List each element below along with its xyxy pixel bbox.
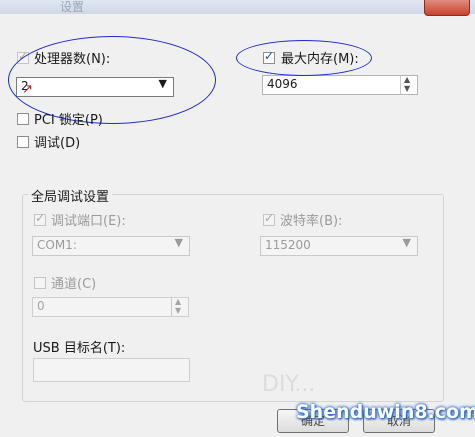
global-debug-title: 全局调试设置: [28, 186, 113, 205]
spin-down-icon[interactable]: ▼: [404, 84, 410, 93]
max-memory-spinner[interactable]: 4096 ▲ ▼: [262, 75, 418, 95]
debug-port-value: COM1:: [37, 238, 77, 252]
annotation-ellipse-memory: [236, 40, 372, 76]
faint-watermark: DIY...: [262, 372, 316, 397]
chevron-down-icon[interactable]: ▼: [403, 236, 411, 249]
baud-rate-combo[interactable]: 115200 ▼: [260, 236, 418, 256]
usb-target-label: USB 目标名(T):: [33, 341, 126, 356]
max-memory-value: 4096: [267, 77, 298, 91]
debug-checkbox[interactable]: [17, 136, 29, 148]
debug-port-combo[interactable]: COM1: ▼: [32, 236, 190, 256]
close-button[interactable]: [424, 0, 470, 16]
channel-value: 0: [37, 299, 45, 313]
spin-up-icon[interactable]: ▲: [175, 297, 181, 306]
baud-rate-value: 115200: [265, 238, 311, 252]
spin-down-icon[interactable]: ▼: [175, 306, 181, 315]
baud-rate-checkbox[interactable]: [263, 211, 275, 226]
usb-target-input[interactable]: [33, 358, 190, 382]
debug-port-label: 调试端口(E):: [51, 214, 126, 229]
debug-label: 调试(D): [34, 136, 81, 151]
channel-label: 通道(C): [51, 277, 97, 292]
window-title: 设置: [60, 0, 85, 14]
channel-spinner[interactable]: 0 ▲ ▼: [32, 297, 189, 317]
baud-rate-label: 波特率(B):: [280, 214, 343, 229]
pci-lock-checkbox[interactable]: [17, 113, 29, 125]
debug-port-checkbox[interactable]: [34, 211, 46, 226]
channel-checkbox[interactable]: [34, 277, 46, 289]
pci-lock-label: PCI 锁定(P): [34, 113, 103, 128]
spin-up-icon[interactable]: ▲: [404, 75, 410, 84]
chevron-down-icon[interactable]: ▼: [175, 236, 183, 249]
site-watermark: Shenduwin8.com: [296, 401, 475, 423]
